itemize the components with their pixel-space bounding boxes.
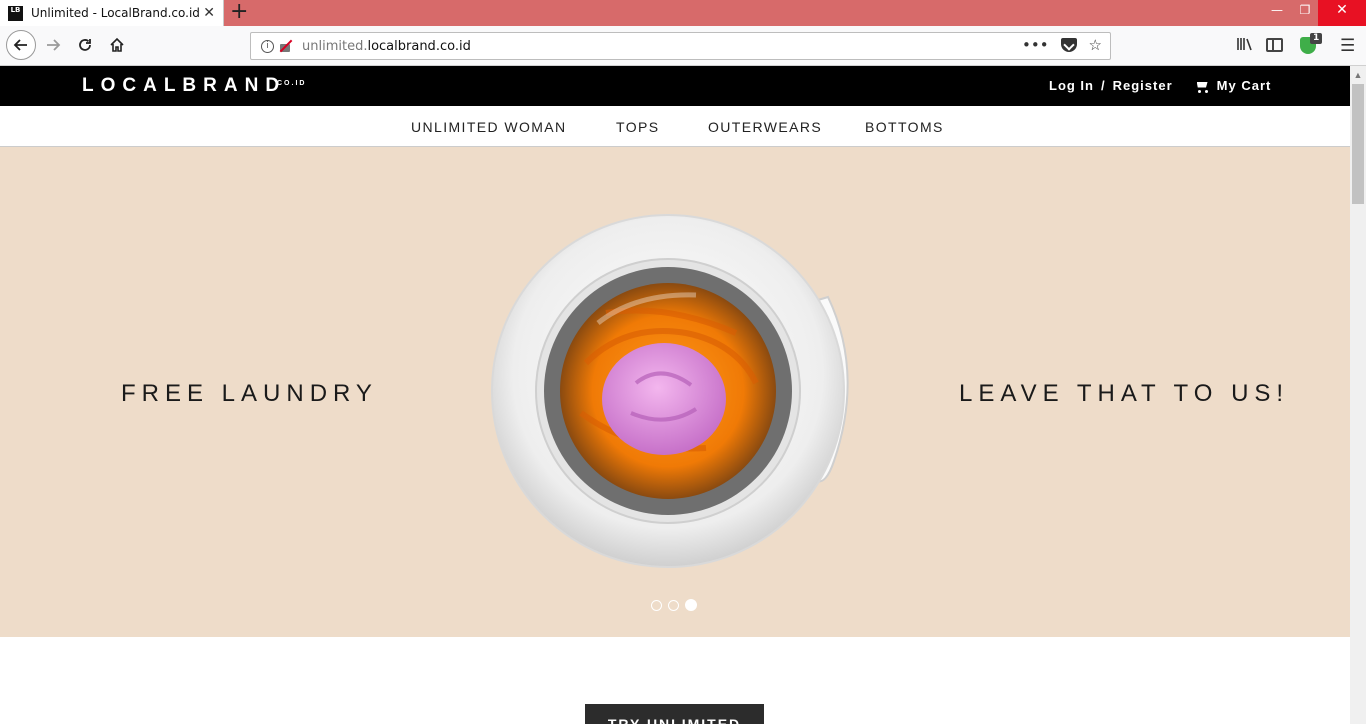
hamburger-menu-icon[interactable]: ☰ (1340, 36, 1355, 56)
browser-tab[interactable]: LB Unlimited - LocalBrand.co.id ✕ (0, 0, 224, 26)
site-logo[interactable]: LOCALBRAND (82, 74, 286, 98)
web-page: LOCALBRAND CO.ID Log In / Register My Ca… (0, 66, 1350, 724)
url-text[interactable]: unlimited.localbrand.co.id (302, 39, 471, 54)
slider-dots (651, 599, 697, 611)
try-unlimited-button[interactable]: TRY UNLIMITED (585, 704, 764, 724)
tab-favicon-icon: LB (8, 5, 23, 21)
login-link[interactable]: Log In (1049, 78, 1094, 94)
nav-item-unlimited-woman[interactable]: UNLIMITED WOMAN (411, 119, 567, 135)
sidebar-toggle-icon[interactable] (1266, 38, 1283, 52)
tab-title: Unlimited - LocalBrand.co.id (31, 6, 200, 20)
extension-badge: 1 (1310, 33, 1323, 44)
url-actions: ••• ☆ (1022, 36, 1102, 54)
site-logo-suffix: CO.ID (277, 80, 307, 87)
window-close-button[interactable]: ✕ (1318, 0, 1366, 26)
insecure-lock-icon[interactable] (278, 39, 292, 53)
hero-right-text: LEAVE THAT TO US! (959, 380, 1290, 407)
link-separator: / (1101, 78, 1106, 93)
header-links: Log In / Register My Cart (1049, 78, 1271, 94)
washing-machine-door-image (491, 214, 849, 568)
reload-button[interactable] (70, 30, 100, 60)
slider-dot-1[interactable] (651, 599, 662, 611)
window-maximize-button[interactable]: ❐ (1290, 0, 1320, 26)
scroll-thumb[interactable] (1352, 84, 1364, 204)
cart-label: My Cart (1216, 78, 1272, 93)
page-actions-icon[interactable]: ••• (1022, 36, 1049, 54)
nav-item-tops[interactable]: TOPS (616, 119, 659, 135)
window-minimize-button[interactable]: — (1262, 0, 1292, 26)
pocket-icon[interactable] (1060, 38, 1077, 52)
nav-item-outerwears[interactable]: OUTERWEARS (708, 119, 822, 135)
back-button[interactable] (6, 30, 36, 60)
forward-arrow-icon (47, 39, 61, 51)
bookmark-star-icon[interactable]: ☆ (1089, 36, 1102, 54)
site-header: LOCALBRAND CO.ID Log In / Register My Ca… (0, 66, 1350, 106)
back-arrow-icon (13, 39, 27, 51)
tab-close-icon[interactable]: ✕ (203, 4, 215, 21)
hero-slider: FREE LAUNDRY LEAVE THAT TO US! (0, 147, 1350, 637)
page-scrollbar[interactable]: ▲ (1350, 66, 1366, 724)
site-info-icon[interactable]: i (261, 39, 274, 53)
scroll-up-arrow-icon[interactable]: ▲ (1350, 68, 1366, 82)
category-nav: UNLIMITED WOMAN TOPS OUTERWEARS BOTTOMS (0, 106, 1350, 147)
slider-dot-2[interactable] (668, 599, 679, 611)
browser-titlebar: LB Unlimited - LocalBrand.co.id ✕ + — ❐ … (0, 0, 1366, 26)
register-link[interactable]: Register (1113, 78, 1173, 94)
url-bar[interactable]: i unlimited.localbrand.co.id ••• ☆ (250, 32, 1111, 60)
forward-button[interactable] (38, 30, 68, 60)
new-tab-button[interactable]: + (230, 0, 248, 24)
slider-dot-3-active[interactable] (685, 599, 697, 611)
cart-link[interactable]: My Cart (1195, 78, 1272, 94)
hero-left-text: FREE LAUNDRY (121, 380, 378, 407)
home-icon (110, 37, 124, 52)
library-icon[interactable] (1236, 36, 1254, 52)
home-button[interactable] (102, 30, 132, 60)
nav-item-bottoms[interactable]: BOTTOMS (865, 119, 944, 135)
cart-icon (1195, 80, 1210, 93)
reload-icon (79, 39, 91, 51)
